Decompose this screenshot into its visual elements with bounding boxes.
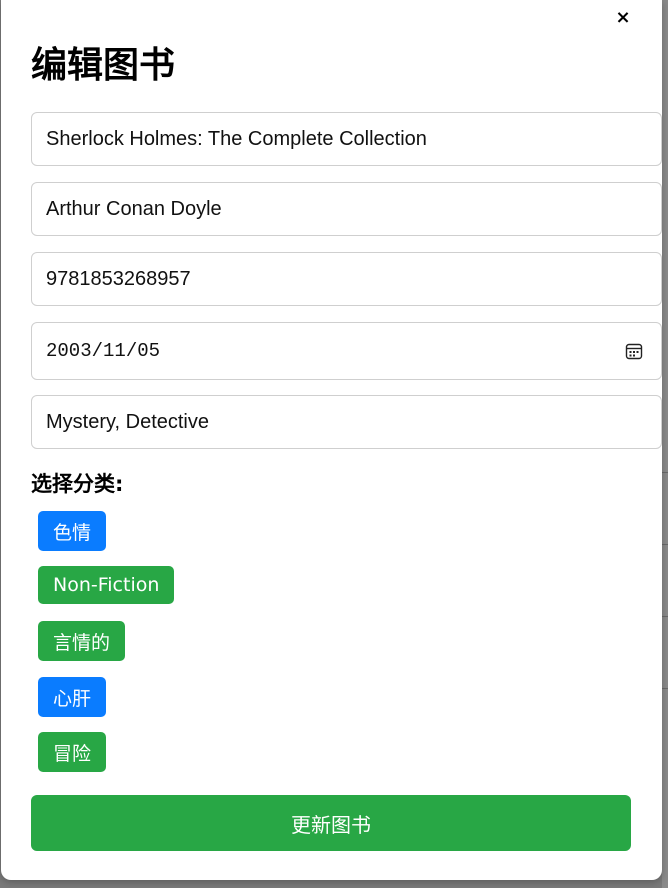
- background-table-edge: [662, 0, 668, 888]
- background-row-divider: [662, 688, 668, 689]
- book-title-input[interactable]: Sherlock Holmes: The Complete Collection: [31, 112, 662, 166]
- background-row-divider: [662, 472, 668, 473]
- edit-book-modal: × 编辑图书 Sherlock Holmes: The Complete Col…: [1, 0, 662, 880]
- category-chip[interactable]: 色情: [38, 511, 107, 551]
- isbn-input[interactable]: 9781853268957: [31, 252, 662, 306]
- category-section-label: 选择分类:: [31, 472, 124, 496]
- book-title-value: Sherlock Holmes: The Complete Collection: [46, 127, 427, 150]
- category-chip[interactable]: Non-Fiction: [38, 566, 175, 604]
- category-chip[interactable]: 冒险: [38, 732, 107, 772]
- calendar-icon[interactable]: [625, 342, 643, 360]
- genre-value: Mystery, Detective: [46, 410, 209, 433]
- isbn-value: 9781853268957: [46, 267, 191, 290]
- update-book-button[interactable]: 更新图书: [31, 795, 631, 851]
- publish-date-input[interactable]: 2003/11/05: [31, 322, 662, 380]
- genre-input[interactable]: Mystery, Detective: [31, 395, 662, 449]
- background-row-divider: [662, 544, 668, 545]
- background-row-divider: [662, 616, 668, 617]
- category-chip[interactable]: 心肝: [38, 677, 107, 717]
- close-icon[interactable]: ×: [614, 8, 632, 28]
- category-chip[interactable]: 言情的: [38, 621, 126, 661]
- publish-date-value: 2003/11/05: [46, 340, 161, 362]
- modal-title: 编辑图书: [31, 45, 176, 86]
- author-value: Arthur Conan Doyle: [46, 197, 222, 220]
- author-input[interactable]: Arthur Conan Doyle: [31, 182, 662, 236]
